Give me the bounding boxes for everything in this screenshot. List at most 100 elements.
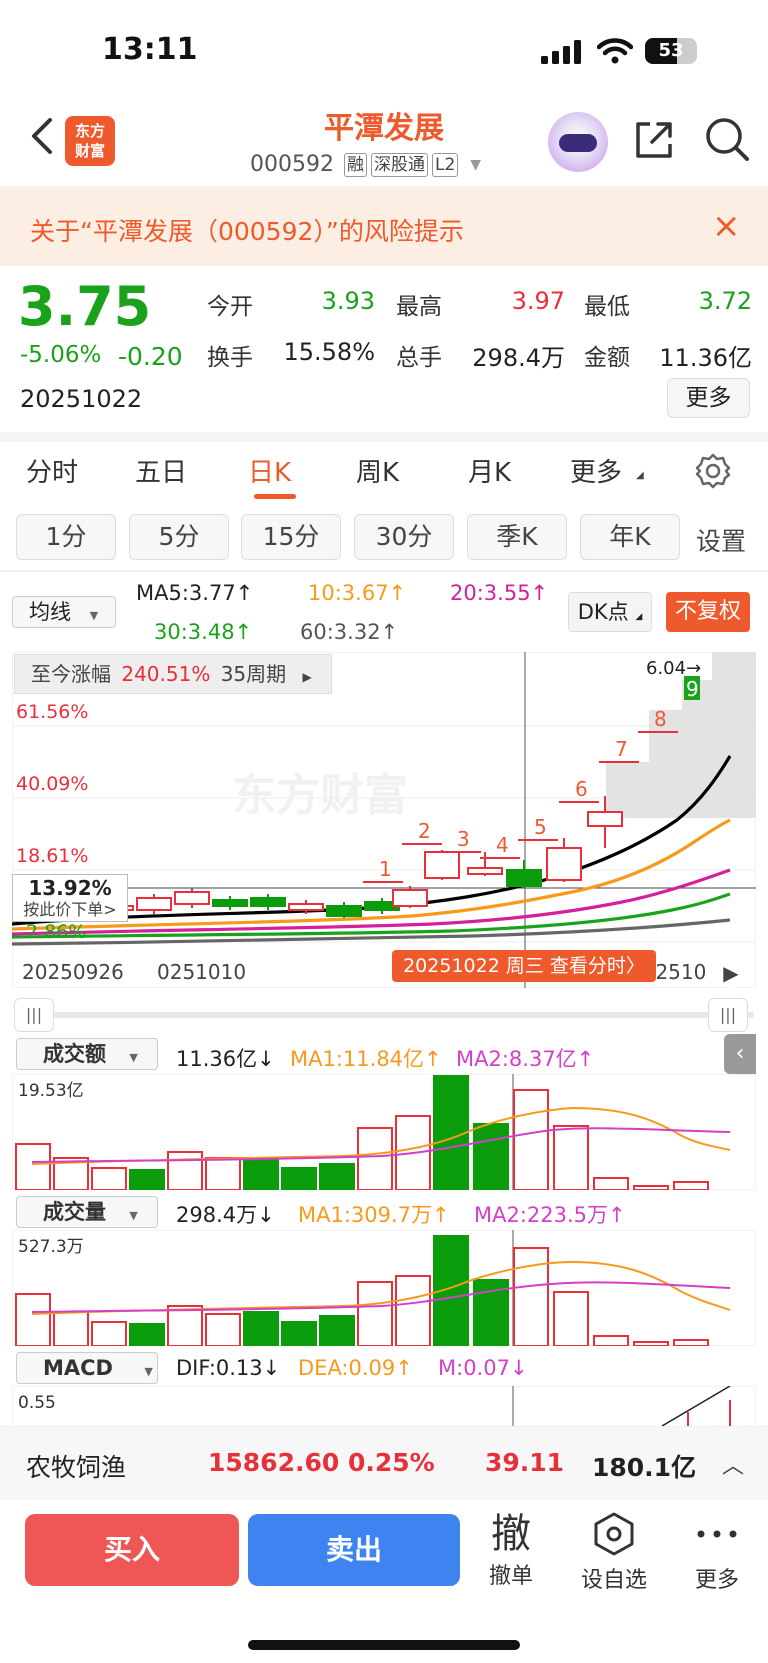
no-adjust-button[interactable]: 不复权 — [666, 592, 750, 632]
candle — [392, 889, 428, 907]
dk-point-button[interactable]: DK点 ◢ — [568, 592, 652, 632]
bar — [593, 1335, 629, 1346]
bar — [593, 1177, 629, 1190]
tab-monthly-k[interactable]: 月K — [468, 452, 511, 489]
quote-date: 20251022 — [20, 385, 143, 413]
more-quote-button[interactable]: 更多 — [667, 378, 750, 418]
bar — [395, 1275, 431, 1346]
kline-chart[interactable]: 东方财富 1 2 3 4 5 6 7 89 61.56% 40.09% 18.61% 2.86… — [12, 652, 756, 988]
macd-m: M:0.07↓ — [438, 1356, 528, 1380]
step-marker: 2 — [418, 819, 431, 843]
amount-value: 11.36亿 — [659, 344, 752, 372]
add-watchlist-button[interactable]: 设自选 — [569, 1510, 659, 1594]
volume-ma2: MA2:223.5万↑ — [474, 1203, 626, 1227]
ma20-value: 20:3.55↑ — [450, 581, 549, 605]
top-price-label: 6.04→ — [646, 658, 701, 679]
side-panel-toggle-icon[interactable]: ‹ — [724, 1034, 756, 1074]
settings-label[interactable]: 设置 — [696, 522, 746, 558]
period-30min-button[interactable]: 30分 — [354, 514, 454, 560]
step-marker: 6 — [575, 777, 588, 801]
candle — [587, 811, 623, 827]
range-gain-box[interactable]: 至今涨幅 240.51% 35周期 ▶ — [14, 654, 332, 694]
tab-more-caret-icon: ◢ — [636, 470, 644, 481]
candle — [174, 891, 210, 905]
stock-code-row[interactable]: 000592 融 深股通 L2 ▼ — [250, 152, 481, 177]
risk-banner-text[interactable]: 关于“平潭发展（000592）”的风险提示 — [30, 212, 464, 248]
share-icon[interactable] — [632, 118, 676, 162]
candle — [424, 851, 460, 879]
bar — [205, 1157, 241, 1190]
volume-chart[interactable]: 527.3万 — [12, 1230, 756, 1346]
caret-icon: ◢ — [635, 612, 643, 622]
bar — [633, 1185, 669, 1190]
tab-five-day[interactable]: 五日 — [135, 452, 187, 489]
period-year-k-button[interactable]: 年K — [580, 514, 680, 560]
low-label: 最低 — [584, 294, 630, 320]
ma60-value: 60:3.32↑ — [300, 620, 399, 644]
turnover-rate-value: 15.58% — [283, 338, 375, 366]
sector-amount: 180.1亿 — [592, 1453, 697, 1482]
assistant-avatar-icon[interactable] — [548, 112, 608, 172]
bar — [281, 1321, 317, 1346]
crosshair-date-popup[interactable]: 20251022 周三 查看分时〉 — [392, 950, 656, 982]
period-quarter-k-button[interactable]: 季K — [467, 514, 567, 560]
tab-weekly-k[interactable]: 周K — [356, 452, 399, 489]
volume-value: 298.4万 — [472, 344, 565, 372]
cancel-order-button[interactable]: 撤 撤单 — [466, 1510, 556, 1590]
bar — [205, 1313, 241, 1346]
turnover-chart[interactable]: 19.53亿 — [12, 1074, 756, 1190]
indicator-select[interactable]: 均线 ▼ — [12, 596, 116, 628]
search-icon[interactable] — [704, 116, 750, 162]
bar — [513, 1089, 549, 1190]
period-15min-button[interactable]: 15分 — [241, 514, 341, 560]
turnover-rate-label: 换手 — [207, 345, 253, 371]
gear-icon[interactable] — [694, 452, 732, 490]
close-icon[interactable]: × — [712, 206, 741, 246]
tab-daily-k[interactable]: 日K — [248, 452, 291, 489]
tab-more[interactable]: 更多 — [570, 452, 622, 489]
amount-label: 金额 — [584, 345, 630, 371]
volume-indicator-select[interactable]: 成交量 ▼ — [16, 1196, 158, 1228]
turnover-max-label: 19.53亿 — [18, 1081, 84, 1101]
chevron-up-icon[interactable]: ︿ — [722, 1448, 744, 1480]
candle — [546, 847, 582, 881]
tab-timeshare[interactable]: 分时 — [26, 452, 78, 489]
bar — [15, 1293, 51, 1346]
range-slider-right-handle[interactable]: ||| — [708, 998, 748, 1032]
candle — [467, 867, 503, 875]
high-value: 3.97 — [511, 287, 565, 315]
open-label: 今开 — [207, 294, 253, 320]
more-actions-button[interactable]: 更多 — [672, 1510, 762, 1594]
sell-button[interactable]: 卖出 — [248, 1514, 460, 1586]
macd-max-label: 0.55 — [18, 1393, 56, 1413]
active-tab-indicator — [254, 494, 296, 499]
current-price: 3.75 — [18, 275, 152, 338]
divider — [0, 570, 768, 572]
wifi-icon — [597, 38, 633, 64]
macd-select-label: MACD — [43, 1356, 113, 1380]
range-slider-track[interactable] — [14, 1012, 754, 1018]
range-slider-left-handle[interactable]: ||| — [14, 998, 54, 1032]
order-at-price-link[interactable]: 按此价下单> — [13, 899, 127, 921]
chevron-down-icon: ▼ — [89, 609, 99, 622]
macd-chart[interactable]: 0.55 — [12, 1386, 756, 1426]
sector-value: 15862.60 — [208, 1448, 340, 1477]
order-at-price-box[interactable]: 13.92% 按此价下单> — [12, 874, 128, 922]
buy-button[interactable]: 买入 — [25, 1514, 239, 1586]
macd-indicator-select[interactable]: MACD ▼ — [16, 1352, 158, 1384]
bar — [53, 1311, 89, 1346]
scroll-right-icon[interactable]: ▶ — [716, 958, 746, 988]
range-period: 35周期 — [220, 662, 287, 686]
period-1min-button[interactable]: 1分 — [16, 514, 116, 560]
period-5min-button[interactable]: 5分 — [129, 514, 229, 560]
bar — [243, 1311, 279, 1346]
step-marker: 7 — [615, 737, 628, 761]
turnover-indicator-select[interactable]: 成交额 ▼ — [16, 1038, 158, 1070]
bar — [673, 1339, 709, 1346]
chevron-down-icon: ▼ — [129, 1209, 138, 1222]
ma5-value: MA5:3.77↑ — [136, 581, 254, 605]
volume-max-label: 527.3万 — [18, 1237, 84, 1257]
turnover-select-label: 成交额 — [43, 1042, 106, 1066]
watchlist-hexagon-icon — [594, 1512, 634, 1556]
candle — [506, 869, 542, 887]
